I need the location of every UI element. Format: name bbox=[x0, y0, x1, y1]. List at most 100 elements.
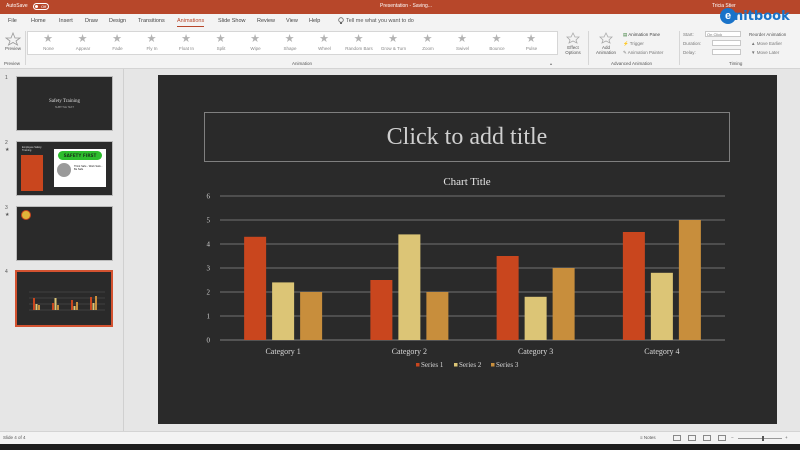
animation-label: Grow & Turn bbox=[380, 46, 407, 51]
bar-series-2-category-4 bbox=[650, 272, 673, 340]
safety-first-badge: SAFETY FIRST bbox=[58, 151, 102, 160]
animation-label: Random Bars bbox=[345, 46, 373, 51]
legend-label: Series 3 bbox=[496, 361, 519, 369]
animation-zoom[interactable]: ★ Zoom bbox=[410, 32, 447, 54]
tab-file[interactable]: File bbox=[8, 18, 17, 24]
move-earlier-button[interactable]: ▲ Move Earlier bbox=[751, 41, 782, 46]
title-placeholder[interactable]: Click to add title bbox=[204, 112, 730, 162]
animation-star-icon: ★ bbox=[181, 33, 191, 45]
slide-thumbnail-4[interactable] bbox=[15, 270, 113, 327]
animation-float-in[interactable]: ★ Float In bbox=[168, 32, 205, 54]
animation-split[interactable]: ★ Split bbox=[203, 32, 240, 54]
animation-random-bars[interactable]: ★ Random Bars bbox=[341, 32, 378, 54]
tab-draw[interactable]: Draw bbox=[85, 18, 98, 24]
zoom-slider-thumb[interactable] bbox=[762, 436, 764, 441]
animation-shape[interactable]: ★ Shape bbox=[272, 32, 309, 54]
slide-number-3: 3 bbox=[5, 205, 8, 211]
delay-spinner[interactable] bbox=[712, 49, 741, 55]
tab-design[interactable]: Design bbox=[109, 18, 126, 24]
bar-series-1-category-1 bbox=[244, 236, 267, 340]
thumbnail-title: Employee Safety Training bbox=[22, 146, 42, 152]
bar-series-3-category-1 bbox=[300, 292, 323, 340]
effect-options-button[interactable]: Effect Options bbox=[561, 32, 585, 58]
animation-painter-button[interactable]: ✎ Animation Painter bbox=[623, 50, 663, 56]
animation-label: Bounce bbox=[489, 46, 505, 51]
animation-grow-turn[interactable]: ★ Grow & Turn bbox=[375, 32, 412, 54]
animation-fade[interactable]: ★ Fade bbox=[99, 32, 136, 54]
preview-button[interactable]: Preview bbox=[4, 31, 22, 56]
animation-star-icon: ★ bbox=[250, 33, 260, 45]
legend-swatch bbox=[454, 363, 458, 367]
animation-none[interactable]: ★ None bbox=[30, 32, 67, 54]
animation-pane-button[interactable]: ▤ Animation Pane bbox=[623, 32, 660, 38]
animation-fly-in[interactable]: ★ Fly In bbox=[134, 32, 171, 54]
animation-painter-label: Animation Painter bbox=[627, 50, 664, 55]
slide-thumbnail-1[interactable]: Safety Training SUBTITLE TEXT bbox=[16, 76, 113, 131]
tab-insert[interactable]: Insert bbox=[59, 18, 73, 24]
prohibited-sign-icon bbox=[21, 210, 31, 220]
reading-view-button[interactable] bbox=[703, 435, 711, 441]
normal-view-button[interactable] bbox=[673, 435, 681, 441]
preview-star-icon bbox=[4, 31, 22, 46]
zoom-in-button[interactable]: + bbox=[785, 435, 788, 440]
tell-me-text: Tell me what you want to do bbox=[346, 17, 414, 24]
tab-review[interactable]: Review bbox=[257, 18, 275, 24]
tab-slide-show[interactable]: Slide Show bbox=[218, 18, 246, 24]
animations-ribbon: Preview Preview ★ None ★ Appear ★ Fade ★ Fly In… bbox=[0, 29, 800, 80]
animation-pane-icon: ▤ bbox=[623, 32, 628, 37]
zoom-slider[interactable] bbox=[738, 438, 782, 439]
slideshow-view-button[interactable] bbox=[718, 435, 726, 441]
trigger-label: Trigger bbox=[629, 41, 644, 46]
move-later-button[interactable]: ▼ Move Later bbox=[751, 50, 779, 55]
y-tick-label: 4 bbox=[207, 241, 211, 249]
ribbon-tabs: File Home Insert Draw Design Transitions… bbox=[0, 14, 800, 29]
animation-bounce[interactable]: ★ Bounce bbox=[479, 32, 516, 54]
thumbnail-orange-panel bbox=[21, 155, 43, 191]
slide-thumbnail-3[interactable] bbox=[16, 206, 113, 261]
animation-label: Fade bbox=[112, 46, 123, 51]
animation-group-label: Animation bbox=[292, 61, 313, 66]
reorder-animation-label: Reorder Animation bbox=[749, 32, 787, 37]
bar-series-1-category-2 bbox=[370, 280, 393, 340]
notes-button[interactable]: ≡ Notes bbox=[640, 435, 656, 440]
start-label: Start: bbox=[683, 32, 694, 37]
bar-series-1-category-3 bbox=[496, 256, 519, 340]
effect-options-icon bbox=[566, 32, 580, 44]
animation-label: Fly In bbox=[146, 46, 158, 51]
tab-animations[interactable]: Animations bbox=[177, 18, 205, 27]
add-animation-button[interactable]: Add Animation bbox=[592, 32, 620, 58]
slide-editing-area: Chart Title 0 1 2 3 4 5 6 Category 1 Category 2 Ca… bbox=[125, 69, 800, 431]
animation-star-icon: ★ bbox=[146, 33, 157, 45]
trigger-button[interactable]: ⚡ Trigger bbox=[623, 41, 644, 47]
ribbon-divider bbox=[588, 31, 589, 65]
animation-wipe[interactable]: ★ Wipe bbox=[237, 32, 274, 54]
slide-counter: Slide 4 of 4 bbox=[3, 435, 26, 440]
slide-thumbnail-panel: 1 Safety Training SUBTITLE TEXT 2 ★ Empl… bbox=[0, 69, 124, 431]
duration-spinner[interactable] bbox=[712, 40, 741, 46]
tab-view[interactable]: View bbox=[286, 18, 298, 24]
animation-label: Shape bbox=[283, 46, 297, 51]
zoom-out-button[interactable]: − bbox=[731, 435, 734, 440]
thumbnail-subtitle: SUBTITLE TEXT bbox=[55, 106, 74, 109]
tab-help[interactable]: Help bbox=[309, 18, 320, 24]
current-slide[interactable]: Chart Title 0 1 2 3 4 5 6 Category 1 Category 2 Ca… bbox=[158, 75, 777, 424]
animation-star-icon: ★ bbox=[353, 33, 364, 45]
animation-label: Float In bbox=[178, 46, 194, 51]
animation-appear[interactable]: ★ Appear bbox=[65, 32, 102, 54]
animation-label: Zoom bbox=[422, 46, 434, 51]
animation-pulse[interactable]: ★ Pulse bbox=[513, 32, 550, 54]
thumbnail-chart bbox=[17, 272, 111, 325]
legend-label: Series 2 bbox=[459, 361, 482, 369]
slide-sorter-button[interactable] bbox=[688, 435, 696, 441]
tab-transitions[interactable]: Transitions bbox=[138, 18, 165, 24]
animation-swivel[interactable]: ★ Swivel bbox=[444, 32, 481, 54]
ribbon-divider bbox=[25, 31, 26, 65]
y-tick-label: 6 bbox=[207, 193, 211, 201]
animation-star-icon: ★ bbox=[457, 33, 467, 45]
animation-wheel[interactable]: ★ Wheel bbox=[306, 32, 343, 54]
slide-thumbnail-2[interactable]: Employee Safety Training SAFETY FIRST Th… bbox=[16, 141, 113, 196]
tab-home[interactable]: Home bbox=[31, 18, 46, 24]
start-dropdown[interactable]: On Click bbox=[705, 31, 741, 37]
animation-pane-label: Animation Pane bbox=[628, 32, 661, 37]
bar-series-3-category-4 bbox=[678, 220, 701, 340]
